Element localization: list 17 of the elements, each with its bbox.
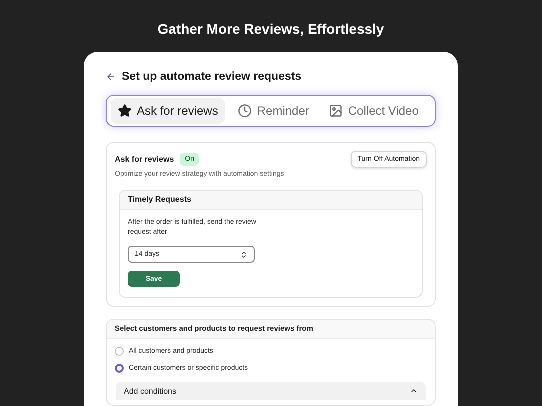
section-title: Ask for reviews xyxy=(115,154,174,165)
hero-title: Gather More Reviews, Effortlessly xyxy=(158,24,384,35)
back-arrow-icon[interactable] xyxy=(106,72,116,82)
chevron-updown-icon xyxy=(240,250,248,258)
add-conditions-row[interactable]: Add conditions xyxy=(116,382,426,400)
tab[interactable]: Reminder xyxy=(231,98,316,124)
panel-title: Timely Requests xyxy=(128,195,192,204)
image-icon xyxy=(329,104,344,118)
tab[interactable]: Collect Video xyxy=(322,98,426,124)
chevron-up-icon xyxy=(410,387,418,395)
tab[interactable]: Ask for reviews xyxy=(111,98,226,124)
page-title: Set up automate review requests xyxy=(122,70,302,84)
conditions-label: Add conditions xyxy=(124,386,176,396)
radio-button[interactable] xyxy=(115,364,124,373)
clock-icon xyxy=(238,104,252,118)
star-icon xyxy=(118,104,132,118)
radio-button[interactable] xyxy=(115,347,124,356)
